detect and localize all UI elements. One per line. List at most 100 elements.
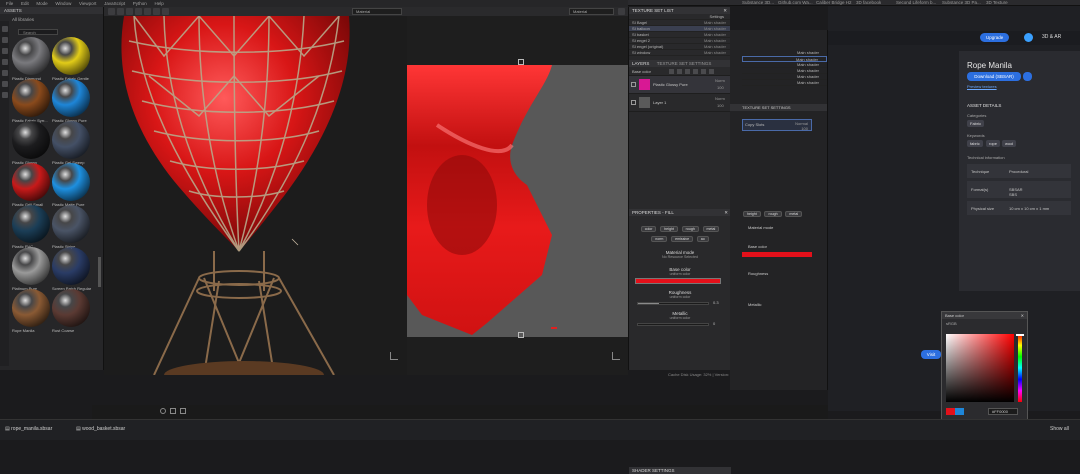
chip[interactable]: metal — [785, 211, 803, 217]
menu-help[interactable]: Help — [154, 0, 163, 7]
add-effect-icon[interactable] — [693, 69, 698, 74]
download-options-icon[interactable] — [1023, 72, 1032, 81]
clone-tool-icon[interactable] — [153, 8, 160, 15]
eraser-tool-icon[interactable] — [117, 8, 124, 15]
secondary-selected-layer[interactable]: Copy Slots Normal 100 — [742, 119, 812, 131]
refresh-icon[interactable] — [160, 408, 166, 414]
material-mode-value[interactable]: No Resource Selected — [629, 255, 731, 259]
preview-link[interactable]: Preview textures — [967, 84, 997, 89]
2d-view-mode-dropdown[interactable]: Material — [569, 8, 614, 15]
blend-channel-dropdown[interactable]: Base color — [632, 69, 651, 74]
projection-tool-icon[interactable] — [126, 8, 133, 15]
channel-ao-chip[interactable]: ao — [696, 236, 709, 242]
material-icon[interactable] — [1, 37, 8, 43]
layer-row-fill[interactable]: Plastic Glossy Pure Norm 100 — [629, 76, 730, 94]
close-icon[interactable]: ✕ — [1021, 312, 1024, 319]
filter-icon[interactable] — [1, 26, 8, 32]
delete-icon[interactable] — [709, 69, 714, 74]
tab-texture-set-settings[interactable]: TEXTURE SET SETTINGS — [657, 61, 712, 66]
2d-texture-view[interactable]: Material — [407, 7, 628, 375]
layer-opacity[interactable]: 100 — [717, 103, 724, 108]
secondary-chips: height rough metal — [742, 209, 827, 219]
avatar[interactable] — [1024, 33, 1033, 42]
keyword-tag[interactable]: wool — [1002, 140, 1017, 147]
close-icon[interactable]: ✕ — [724, 209, 728, 216]
category-tag[interactable]: Fabric — [967, 120, 985, 127]
chat-visit-button[interactable]: Visit — [921, 350, 941, 359]
channel-normal-chip[interactable]: norm — [651, 236, 668, 242]
environment-icon[interactable] — [1, 92, 8, 98]
texture-set-shader[interactable]: Main shader — [704, 50, 726, 56]
layer-blend[interactable]: Norm — [715, 78, 725, 83]
roughness-slider[interactable] — [637, 302, 709, 305]
channel-emissive-chip[interactable]: emissive — [671, 236, 694, 242]
adobe-logo-icon[interactable]: 3D & AR — [1042, 34, 1061, 40]
texture-icon[interactable] — [1, 70, 8, 76]
chip[interactable]: rough — [764, 211, 782, 217]
saturation-value-field[interactable] — [946, 334, 1014, 402]
picker-tool-icon[interactable] — [162, 8, 169, 15]
add-layer-icon[interactable] — [677, 69, 682, 74]
menu-viewport[interactable]: Viewport — [79, 0, 96, 7]
add-fill-layer-icon[interactable] — [669, 69, 674, 74]
channel-color-chip[interactable]: color — [640, 226, 657, 232]
smart-material-icon[interactable] — [1, 48, 8, 54]
download-item[interactable]: ▤ rope_manila.sbsar — [5, 426, 52, 432]
show-all-button[interactable]: Show all — [1050, 426, 1069, 432]
color-mode[interactable]: sRGB — [942, 319, 1027, 328]
metallic-value[interactable]: 0 — [713, 321, 715, 326]
menu-edit[interactable]: Edit — [21, 0, 29, 7]
secondary-texture-row[interactable]: Main shader — [742, 80, 827, 86]
uv-frame-handle[interactable] — [518, 59, 524, 65]
channel-metal-chip[interactable]: metal — [702, 226, 720, 232]
view-options-icon[interactable] — [618, 8, 625, 15]
material-sphere — [52, 205, 90, 243]
shader-settings-title[interactable]: SHADER SETTINGS — [629, 467, 731, 474]
download-item[interactable]: ▤ wood_basket.sbsar — [76, 426, 125, 432]
list-icon[interactable] — [180, 408, 186, 414]
assets-library-filter[interactable]: All libraries — [12, 17, 34, 22]
roughness-value[interactable]: 0.3 — [713, 300, 719, 305]
layer-opacity[interactable]: 100 — [717, 85, 724, 90]
keyword-tag[interactable]: fabric — [967, 140, 983, 147]
close-icon[interactable]: ✕ — [723, 7, 727, 14]
eye-icon[interactable] — [631, 100, 636, 105]
secondary-base-color-swatch[interactable] — [742, 252, 812, 257]
uv-frame-handle[interactable] — [518, 332, 524, 338]
texture-set-row[interactable]: SI window Main shader — [629, 50, 730, 56]
alpha-icon[interactable] — [1, 81, 8, 87]
folder-icon[interactable] — [701, 69, 706, 74]
smudge-tool-icon[interactable] — [144, 8, 151, 15]
viewport-mode-dropdown[interactable]: Material — [352, 8, 402, 15]
layer-blend[interactable]: Norm — [715, 96, 725, 101]
menu-python[interactable]: Python — [133, 0, 147, 7]
layer-row-paint[interactable]: Layer 1 Norm 100 — [629, 94, 730, 112]
add-mask-icon[interactable] — [685, 69, 690, 74]
menu-mode[interactable]: Mode — [36, 0, 47, 7]
3d-viewport[interactable]: Material — [104, 7, 407, 375]
channel-rough-chip[interactable]: rough — [681, 226, 699, 232]
menu-javascript[interactable]: JavaScript — [104, 0, 125, 7]
channel-height-chip[interactable]: height — [660, 226, 678, 232]
assets-scrollbar[interactable] — [98, 257, 101, 287]
chip[interactable]: height — [743, 211, 761, 217]
metallic-slider[interactable] — [637, 323, 709, 326]
hue-slider[interactable] — [1018, 334, 1022, 402]
upgrade-button[interactable]: Upgrade — [980, 33, 1010, 42]
paint-tool-icon[interactable] — [108, 8, 115, 15]
tab-layers[interactable]: LAYERS — [632, 61, 649, 66]
browser-tab[interactable]: Github.com Wa... — [778, 0, 813, 6]
hex-input[interactable]: #FF0000 — [988, 408, 1018, 415]
download-button[interactable]: Download (SBSAR) — [967, 72, 1021, 81]
menu-window[interactable]: Window — [55, 0, 71, 7]
keyword-tag[interactable]: rope — [986, 140, 1001, 147]
hue-handle[interactable] — [1016, 334, 1024, 336]
browser-tab[interactable]: Substance 3D... — [742, 0, 774, 6]
assets-search-input[interactable]: Search — [18, 29, 58, 35]
menu-file[interactable]: File — [6, 0, 13, 7]
eye-icon[interactable] — [631, 82, 636, 87]
polygon-fill-icon[interactable] — [135, 8, 142, 15]
brush-icon[interactable] — [1, 59, 8, 65]
base-color-swatch[interactable] — [635, 278, 721, 284]
grid-icon[interactable] — [170, 408, 176, 414]
